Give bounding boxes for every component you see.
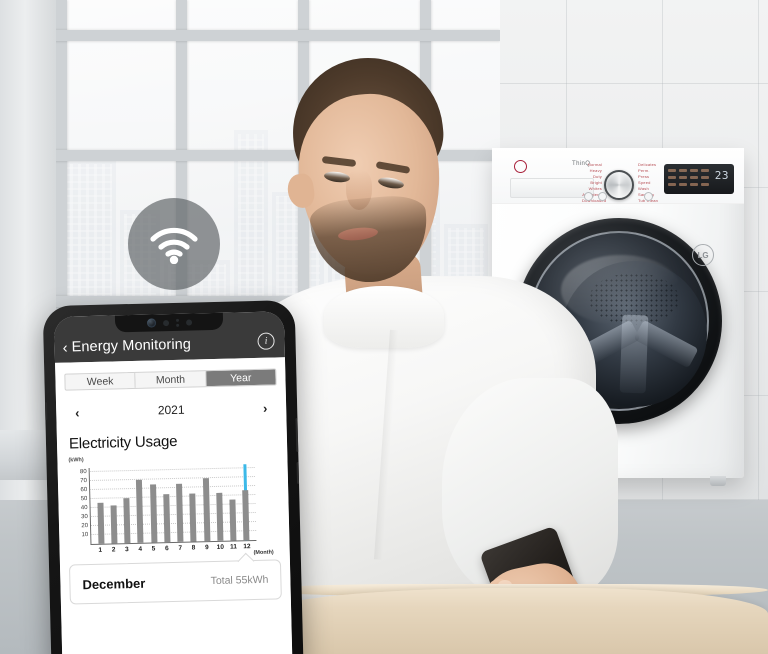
washer-display: 23 [664,164,734,194]
phone-notch [114,312,224,333]
chart-bar-column[interactable] [122,467,131,544]
sensor-cluster [175,318,179,327]
x-axis-unit-label: (Month) [253,549,274,557]
chart-bar[interactable] [216,492,224,541]
summary-total-label: Total 55kWh [210,573,269,588]
washer-option-button [644,192,653,201]
tab-month[interactable]: Month [135,371,207,388]
summary-month-label: December [82,575,146,592]
year-navigator: ‹ 2021 › [70,398,272,423]
y-axis-unit-label: (kWh) [68,457,84,464]
chart-bar-column[interactable] [188,465,197,542]
smartphone-mockup: ‹ Energy Monitoring i Week Month Year ‹ … [42,299,304,654]
chart-bar[interactable] [189,493,197,542]
page-title: Energy Monitoring [71,336,192,356]
chart-bar-column[interactable] [149,466,158,543]
electricity-usage-chart: (kWh) 10 20 30 40 50 60 70 80 1 2 3 4 5 6 7 8 9 10 11 12 (… [68,455,275,560]
x-axis-tick: 8 [191,544,196,552]
month-summary-card[interactable]: December Total 55kWh [68,559,282,605]
info-circle-icon[interactable]: i [257,332,275,350]
washer-cycle-dial [604,170,634,200]
x-axis-tick: 2 [111,546,116,554]
chart-bar-column[interactable] [175,466,184,542]
x-axis-tick: 11 [229,543,238,551]
lg-badge: LG [692,244,714,266]
y-axis-tick: 80 [79,469,87,476]
y-axis-tick: 10 [81,532,89,539]
phone-volume-button[interactable] [43,402,48,421]
window-mullion [0,30,500,41]
chart-bar-column[interactable] [241,464,250,541]
tab-year[interactable]: Year [205,369,276,387]
chart-bar[interactable] [149,484,158,543]
x-axis-tick: 9 [204,544,209,552]
shirt-collar [324,286,444,348]
y-axis-tick: 30 [81,514,88,521]
chart-bar-column[interactable] [202,465,211,542]
chart-plot-area: 10 20 30 40 50 60 70 80 [80,464,257,546]
app-content: Week Month Year ‹ 2021 › Electricity Usa… [55,357,293,654]
x-axis-labels: 1 2 3 4 5 6 7 8 9 10 11 12 [91,543,257,554]
chart-bar[interactable] [242,490,250,541]
current-year-label: 2021 [157,402,185,418]
chart-bar-column[interactable] [228,464,237,541]
x-axis-tick: 1 [98,546,103,554]
chart-bar[interactable] [202,477,211,542]
washer-time-readout: 23 [714,169,729,182]
x-axis-tick: 7 [178,544,183,552]
proximity-sensor-icon [162,319,169,326]
section-title: Electricity Usage [68,432,178,453]
washer-display-indicators [668,169,712,189]
wifi-icon [150,227,198,264]
next-year-button[interactable]: › [258,400,272,415]
x-axis-tick: 3 [125,546,129,554]
period-segmented-control[interactable]: Week Month Year [64,368,277,391]
chart-bar-column[interactable] [96,468,105,544]
y-axis-tick: 70 [80,478,88,485]
chart-bar[interactable] [110,505,118,544]
x-axis-tick: 6 [165,545,169,553]
prev-year-button[interactable]: ‹ [70,405,84,420]
chart-bar-column[interactable] [109,467,118,544]
back-icon[interactable]: ‹ [62,340,67,357]
tab-week[interactable]: Week [65,372,136,390]
chart-bar[interactable] [97,502,105,544]
washer-foot [710,476,726,486]
chart-bar[interactable] [163,493,171,543]
x-axis-tick: 12 [243,543,251,551]
y-axis-tick: 60 [80,487,88,494]
y-axis-tick: 50 [80,496,88,503]
y-axis-tick: 40 [80,505,88,512]
chart-bar[interactable] [176,483,184,542]
chart-bar-column[interactable] [135,467,144,543]
y-axis-tick: 20 [81,523,89,530]
x-axis-tick: 10 [216,543,225,551]
chart-bar-column[interactable] [215,465,224,541]
chart-bar-column[interactable] [162,466,171,543]
chart-bar[interactable] [123,498,131,544]
x-axis-tick: 5 [151,545,156,553]
phone-screen: ‹ Energy Monitoring i Week Month Year ‹ … [53,311,293,654]
wifi-badge [128,198,220,290]
x-axis-tick: 4 [138,545,143,553]
chart-bar[interactable] [136,479,144,543]
chart-bar[interactable] [229,499,237,541]
wooden-table [262,588,768,654]
chart-bars [90,464,257,544]
ambient-light-sensor-icon [185,318,192,326]
washer-start-button [598,192,607,201]
front-camera-icon [146,318,156,328]
